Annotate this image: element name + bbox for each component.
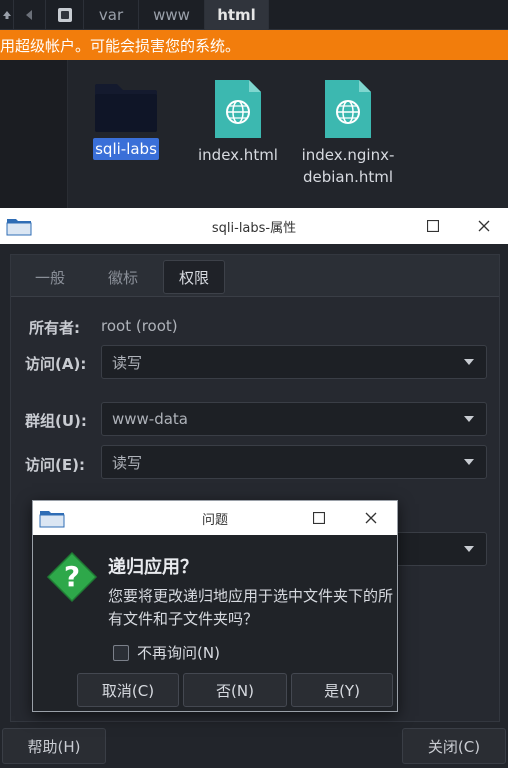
cancel-button[interactable]: 取消(C) [77,673,179,707]
close-icon [365,512,377,524]
maximize-icon [427,220,439,232]
chevron-down-icon [464,416,474,422]
properties-title: sqli-labs-属性 [211,220,297,236]
file-label-line2: debian.html [302,168,394,186]
owner-value: root (root) [101,317,178,335]
yes-button[interactable]: 是(Y) [291,673,393,707]
owner-access-select[interactable]: 读写 [101,345,487,379]
chevron-down-icon [464,359,474,365]
question-heading: 递归应用？ [108,557,198,578]
svg-text:?: ? [64,560,80,593]
close-window-button[interactable] [474,216,494,236]
close-icon [478,220,490,232]
file-label-line1: index.nginx- [301,146,395,164]
up-arrow-icon[interactable] [0,0,14,30]
chevron-left-icon [25,10,32,20]
drive-icon [57,8,72,22]
help-button[interactable]: 帮助(H) [2,728,106,764]
tab-general[interactable]: 一般 [23,260,77,294]
group-access-label: 访问(E): [25,456,85,474]
html-file-icon [215,80,261,138]
file-item-index-nginx-debian-html[interactable]: index.nginx- debian.html [298,78,398,188]
html-file-icon [325,80,371,138]
maximize-icon [313,512,325,524]
dont-ask-again-checkbox[interactable]: 不再询问(N) [113,642,220,663]
folder-icon [39,508,65,532]
path-segment-html[interactable]: html [205,0,269,30]
file-label: index.html [198,146,278,164]
group-select[interactable]: www-data [101,402,487,436]
question-titlebar: 问题 [33,501,397,535]
properties-titlebar: sqli-labs-属性 [0,208,508,244]
owner-access-label: 访问(A): [25,355,87,373]
no-button[interactable]: 否(N) [183,673,287,707]
owner-access-value: 读写 [112,353,143,372]
tab-permissions[interactable]: 权限 [163,260,225,294]
tab-emblems[interactable]: 徽标 [93,260,153,294]
group-value: www-data [112,410,189,428]
folder-icon [95,84,157,132]
folder-icon [6,216,32,240]
path-bar: var www html [0,0,508,30]
warning-text: 用超级帐户。可能会损害您的系统。 [0,36,241,55]
checkbox-label: 不再询问(N) [137,644,220,662]
question-icon: ? [46,551,98,607]
question-message: 您要将更改递归地应用于选中文件夹下的所有文件和子文件夹吗？ [108,587,394,628]
file-item-index-html[interactable]: index.html [193,78,283,166]
chevron-down-icon [464,546,474,552]
group-access-select[interactable]: 读写 [101,445,487,479]
path-segment-www[interactable]: www [139,0,205,30]
group-label: 群组(U): [25,412,87,430]
root-warning-bar: 用超级帐户。可能会损害您的系统。 [0,30,508,60]
maximize-button[interactable] [423,216,443,236]
file-view: sqli-labs index.html index.nginx- debian… [0,60,508,210]
path-segment-var[interactable]: var [84,0,139,30]
places-sidebar [0,60,68,210]
file-item-sqli-labs[interactable]: sqli-labs [86,82,166,160]
path-root-button[interactable] [46,0,84,30]
path-back-button[interactable] [14,0,46,30]
properties-tabs: 一般 徽标 权限 [11,255,499,297]
question-title: 问题 [201,512,228,528]
close-button[interactable]: 关闭(C) [402,728,506,764]
group-access-value: 读写 [112,453,143,472]
checkbox-box[interactable] [113,644,129,661]
question-dialog: 问题 ? 递归应用？ 您要将更改递归地应用于选中文件夹下的所有文件和子文件夹吗？… [32,500,398,712]
file-label: sqli-labs [93,138,159,160]
close-window-button[interactable] [361,508,381,528]
owner-label: 所有者: [29,319,80,337]
maximize-button[interactable] [309,508,329,528]
chevron-down-icon [464,459,474,465]
